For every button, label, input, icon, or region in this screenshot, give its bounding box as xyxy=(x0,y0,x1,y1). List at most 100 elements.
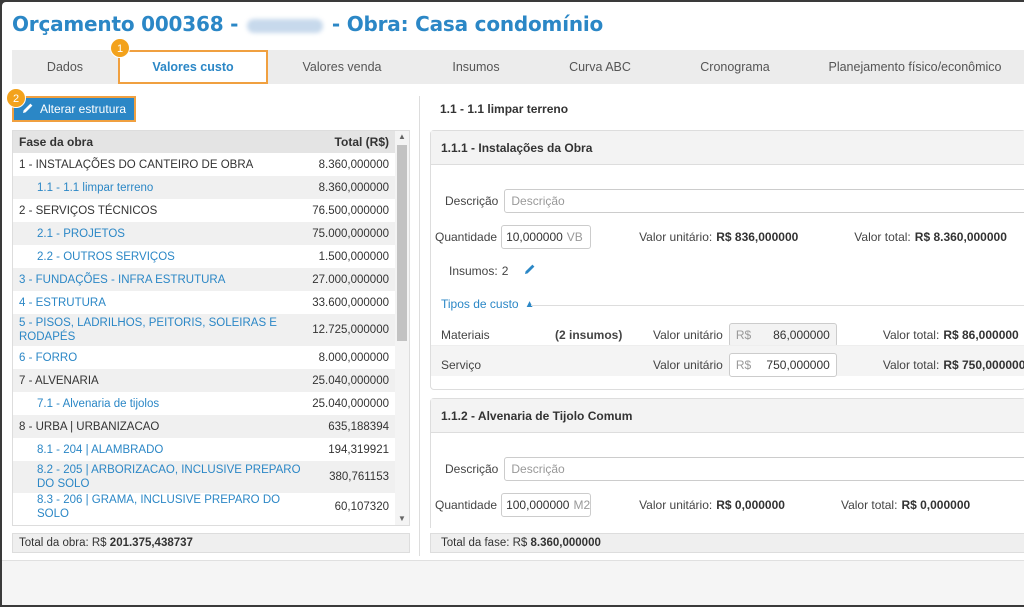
row-value: 33.600,000000 xyxy=(312,296,389,309)
page-title: Orçamento 000368 - - Obra: Casa condomín… xyxy=(12,12,1014,36)
row-label: 4 - ESTRUTURA xyxy=(19,296,106,309)
row-label: 8.3 - 206 | GRAMA, INCLUSIVE PREPARO DO … xyxy=(37,494,281,520)
table-row[interactable]: 3 - FUNDAÇÕES - INFRA ESTRUTURA 27.000,00… xyxy=(13,268,395,291)
breadcrumb: 1.1 - 1.1 limpar terreno xyxy=(440,102,569,116)
tab-valores-venda[interactable]: Valores venda xyxy=(268,50,416,84)
total-obra: Total da obra: R$ 201.375,438737 xyxy=(12,533,410,553)
title-bar: Orçamento 000368 - - Obra: Casa condomín… xyxy=(2,2,1024,44)
row-value: 1.500,000000 xyxy=(318,250,389,263)
tab-valores-custo[interactable]: Valores custo xyxy=(118,50,268,84)
row-label: 5 - PISOS, LADRILHOS, PEITORIS, SOLEIRAS… xyxy=(19,317,277,343)
table-row[interactable]: 8.1 - 204 | ALAMBRADO 194,319921 xyxy=(13,438,395,461)
tipos-divider xyxy=(531,305,1024,306)
servico-label: Serviço xyxy=(441,358,482,372)
materiais-vu-input[interactable]: R$ 86,000000 xyxy=(728,323,837,347)
quantidade-input[interactable]: 100,000000 M2 xyxy=(501,493,592,517)
quantidade-label: Quantidade xyxy=(435,498,498,512)
row-label: 6 - FORRO xyxy=(19,351,78,364)
servico-vu-input[interactable]: R$ 750,000000 xyxy=(728,353,837,377)
descricao-placeholder: Descrição xyxy=(511,462,565,476)
alterar-estrutura-button[interactable]: Alterar estrutura xyxy=(12,96,137,122)
scrollbar-thumb[interactable] xyxy=(397,145,407,341)
valor-unitario-value: R$ 0,000000 xyxy=(716,498,785,512)
service-card-title: 1.1.1 - Instalações da Obra xyxy=(431,131,1024,165)
row-label: 8 - URBA | URBANIZACAO xyxy=(19,420,160,433)
row-value: 8.360,000000 xyxy=(318,181,389,194)
total-fase-label: Total da fase: R$ xyxy=(441,537,528,549)
tab-planejamento[interactable]: Planejamento físico/econômico xyxy=(806,50,1024,84)
row-label: 7 - ALVENARIA xyxy=(19,374,99,387)
column-total: Total (R$) xyxy=(334,135,389,149)
quantidade-input[interactable]: 10,000000 VB xyxy=(501,225,592,249)
main-area: Alterar estrutura Fase da obra Total (R$… xyxy=(12,86,1024,556)
quantidade-unit: M2 xyxy=(573,498,591,512)
table-row[interactable]: 2.1 - PROJETOS 75.000,000000 xyxy=(13,222,395,245)
arrow-down-icon[interactable]: ▼ xyxy=(395,513,409,525)
row-value: 60,107320 xyxy=(334,501,389,513)
table-row[interactable]: 4 - ESTRUTURA 33.600,000000 xyxy=(13,291,395,314)
row-label: 7.1 - Alvenaria de tijolos xyxy=(37,397,160,410)
valor-total-value: R$ 0,000000 xyxy=(901,498,971,512)
total-obra-label: Total da obra: R$ xyxy=(19,537,107,549)
pencil-icon[interactable] xyxy=(524,263,536,278)
table-row[interactable]: 8 - URBA | URBANIZACAO 635,188394 xyxy=(13,415,395,438)
valor-total-label: Valor total: xyxy=(854,230,911,244)
phase-table-body: 1 - INSTALAÇÕES DO CANTEIRO DE OBRA 8.360… xyxy=(13,153,395,521)
row-label: 8.1 - 204 | ALAMBRADO xyxy=(37,443,164,456)
step-badge-1: 1 xyxy=(110,38,130,58)
descricao-label: Descrição xyxy=(445,462,499,476)
row-value: 25.040,000000 xyxy=(312,374,389,387)
tipos-custo-toggle[interactable]: Tipos de custo ▲ xyxy=(441,297,535,311)
row-value: 8.000,000000 xyxy=(318,351,389,364)
detail-panel: 1.1 - 1.1 limpar terreno 1.1.1 - Instala… xyxy=(430,86,1024,556)
table-row[interactable]: 7 - ALVENARIA 25.040,000000 xyxy=(13,369,395,392)
valor-unitario-label: Valor unitário: xyxy=(639,230,713,244)
table-row[interactable]: 2 - SERVIÇOS TÉCNICOS 76.500,000000 xyxy=(13,199,395,222)
materiais-vu-value: 86,000000 xyxy=(773,328,830,342)
tab-curva-abc[interactable]: Curva ABC xyxy=(536,50,664,84)
descricao-input[interactable]: Descrição xyxy=(504,189,1024,213)
table-row[interactable]: 1 - INSTALAÇÕES DO CANTEIRO DE OBRA 8.360… xyxy=(13,153,395,176)
table-row[interactable]: 8.3 - 206 | GRAMA, INCLUSIVE PREPARO DO … xyxy=(13,493,395,521)
descricao-input[interactable]: Descrição xyxy=(504,457,1024,481)
total-fase-value: 8.360,000000 xyxy=(530,537,601,549)
tab-cronograma[interactable]: Cronograma xyxy=(664,50,806,84)
tab-dados[interactable]: Dados xyxy=(12,50,118,84)
quantidade-value: 100,000000 xyxy=(506,498,570,512)
row-value: 12.725,000000 xyxy=(312,324,389,336)
table-row[interactable]: 7.1 - Alvenaria de tijolos 25.040,000000 xyxy=(13,392,395,415)
row-label: 2.2 - OUTROS SERVIÇOS xyxy=(37,250,175,263)
table-row[interactable]: 2.2 - OUTROS SERVIÇOS 1.500,000000 xyxy=(13,245,395,268)
table-row[interactable]: 5 - PISOS, LADRILHOS, PEITORIS, SOLEIRAS… xyxy=(13,314,395,346)
materiais-vt-value: R$ 86,000000 xyxy=(943,328,1019,342)
total-obra-value: 201.375,438737 xyxy=(109,537,193,549)
row-value: 25.040,000000 xyxy=(312,397,389,410)
title-prefix: Orçamento 000368 - xyxy=(12,12,239,36)
servico-vu-label: Valor unitário xyxy=(653,358,723,372)
total-fase: Total da fase: R$ 8.360,000000 xyxy=(430,533,1024,553)
arrow-up-icon[interactable]: ▲ xyxy=(395,131,409,143)
table-scrollbar[interactable]: ▲ ▼ xyxy=(395,131,409,525)
descricao-placeholder: Descrição xyxy=(511,194,565,208)
insumos-count: 2 xyxy=(501,263,509,278)
table-row[interactable]: 6 - FORRO 8.000,000000 xyxy=(13,346,395,369)
row-value: 635,188394 xyxy=(328,420,389,433)
title-suffix: - Obra: Casa condomínio xyxy=(331,12,604,36)
tab-insumos[interactable]: Insumos xyxy=(416,50,536,84)
materiais-count: (2 insumos) xyxy=(555,328,623,342)
valor-unitario-label: Valor unitário: xyxy=(639,498,713,512)
valor-total-value: R$ 8.360,000000 xyxy=(914,230,1007,244)
table-row[interactable]: 1.1 - 1.1 limpar terreno 8.360,000000 xyxy=(13,176,395,199)
descricao-row: Descrição Descrição xyxy=(445,457,1024,481)
row-value: 194,319921 xyxy=(328,443,389,456)
phase-table: Fase da obra Total (R$) 1 - INSTALAÇÕES … xyxy=(12,130,410,526)
materiais-label: Materiais xyxy=(441,328,490,342)
chevron-up-icon: ▲ xyxy=(524,298,535,310)
table-row[interactable]: 8.2 - 205 | ARBORIZACAO, INCLUSIVE PREPA… xyxy=(13,461,395,493)
row-label: 1 - INSTALAÇÕES DO CANTEIRO DE OBRA xyxy=(19,158,254,171)
row-value: 76.500,000000 xyxy=(312,204,389,217)
row-value: 27.000,000000 xyxy=(312,273,389,286)
quantidade-unit: VB xyxy=(566,230,583,244)
valor-unitario-value: R$ 836,000000 xyxy=(716,230,799,244)
service-card-2: 1.1.2 - Alvenaria de Tijolo Comum Descri… xyxy=(430,398,1024,528)
